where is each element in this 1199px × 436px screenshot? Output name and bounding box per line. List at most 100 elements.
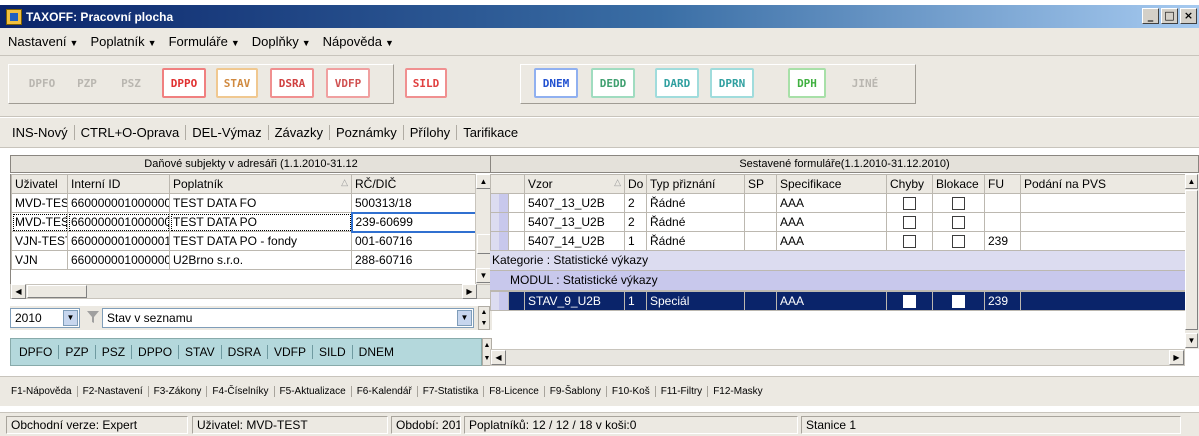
attachments-button[interactable]: Přílohy [404, 125, 458, 140]
cell-sp[interactable] [744, 212, 777, 232]
cell-errors[interactable] [886, 193, 933, 213]
f4-codebooks-button[interactable]: F4-Číselníky [207, 386, 275, 397]
blocking-checkbox[interactable] [952, 235, 965, 249]
scroll-right-icon[interactable]: ▶ [462, 284, 477, 299]
table-row[interactable]: 5407_14_U2B 1 Řádné AAA 239 [490, 231, 1185, 251]
module-group-row[interactable]: MODUL : Statistické výkazy [490, 271, 1185, 291]
scroll-thumb[interactable] [1185, 190, 1198, 330]
form-button-dprn[interactable]: DPRN [710, 68, 754, 98]
scroll-left-icon[interactable]: ◀ [491, 350, 506, 365]
scroll-thumb[interactable] [27, 285, 87, 298]
cell-specification[interactable]: AAA [776, 193, 887, 213]
cell-blocking[interactable] [932, 193, 985, 213]
quick-button-pzp[interactable]: PZP [59, 345, 96, 359]
blocking-checkbox[interactable] [952, 216, 965, 230]
f10-bin-button[interactable]: F10-Koš [607, 386, 656, 397]
cell-to[interactable]: 1 [624, 291, 647, 311]
maximize-button[interactable]: □ [1161, 8, 1178, 24]
form-button-dsra[interactable]: DSRA [270, 68, 314, 98]
menu-napoveda[interactable]: Nápověda ▼ [323, 34, 394, 49]
cell-specification[interactable]: AAA [776, 212, 887, 232]
chevron-down-icon[interactable]: ▼ [457, 310, 472, 326]
cell-user[interactable]: VJN-TEST [11, 231, 68, 251]
cell-sp[interactable] [744, 193, 777, 213]
column-header-return-type[interactable]: Typ přiznání [646, 174, 745, 194]
cell-return-type[interactable]: Řádné [646, 193, 745, 213]
cell-specification[interactable]: AAA [776, 291, 887, 311]
delete-button[interactable]: DEL-Výmaz [186, 125, 269, 140]
form-button-dard[interactable]: DARD [655, 68, 699, 98]
blocking-checkbox[interactable] [952, 197, 965, 211]
form-button-dph[interactable]: DPH [788, 68, 826, 98]
cell-taxpayer[interactable]: TEST DATA FO [169, 193, 352, 213]
cell-sp[interactable] [744, 231, 777, 251]
close-button[interactable]: × [1180, 8, 1197, 24]
quick-button-dnem[interactable]: DNEM [353, 345, 400, 359]
scroll-down-icon[interactable]: ▼ [476, 268, 491, 283]
column-header-template[interactable]: Vzor △ [524, 174, 625, 194]
form-button-psz[interactable]: PSZ [114, 68, 148, 98]
cell-errors[interactable] [886, 291, 933, 311]
scroll-up-icon[interactable]: ▲ [476, 174, 491, 189]
f5-update-button[interactable]: F5-Aktualizace [275, 386, 352, 397]
minimize-button[interactable]: _ [1142, 8, 1159, 24]
cell-to[interactable]: 2 [624, 193, 647, 213]
year-select[interactable]: 2010 ▼ [10, 308, 80, 328]
cell-rc-dic[interactable]: 500313/18 [351, 193, 475, 213]
cell-rc-dic[interactable]: 239-60699 [350, 211, 475, 233]
menu-doplnky[interactable]: Doplňky ▼ [252, 34, 311, 49]
f2-settings-button[interactable]: F2-Nastavení [78, 386, 149, 397]
cell-taxpayer[interactable]: TEST DATA PO - fondy [169, 231, 352, 251]
category-group-row[interactable]: Kategorie : Statistické výkazy [490, 251, 1185, 271]
form-button-dnem[interactable]: DNEM [534, 68, 578, 98]
cell-user[interactable]: MVD-TEST [11, 193, 68, 213]
cell-sp[interactable] [744, 291, 777, 311]
cell-fu[interactable] [984, 212, 1021, 232]
column-header-pvs[interactable]: Podání na PVS [1020, 174, 1185, 194]
cell-rc-dic[interactable]: 288-60716 [351, 250, 475, 270]
f8-license-button[interactable]: F8-Licence [484, 386, 545, 397]
cell-pvs[interactable] [1020, 291, 1185, 311]
cell-template[interactable]: STAV_9_U2B [524, 291, 625, 311]
cell-internal-id[interactable]: 6600000010000005 [67, 193, 170, 213]
errors-checkbox[interactable] [903, 235, 916, 249]
quick-button-dpfo[interactable]: DPFO [17, 345, 60, 359]
cell-pvs[interactable] [1020, 231, 1185, 251]
cell-internal-id[interactable]: 6600000010000006 [67, 250, 170, 270]
column-header-taxpayer[interactable]: Poplatník △ [169, 174, 352, 194]
column-header-user[interactable]: Uživatel [11, 174, 68, 194]
table-row[interactable]: 5407_13_U2B 2 Řádné AAA [490, 193, 1185, 213]
f12-masks-button[interactable]: F12-Masky [708, 386, 767, 397]
cell-template[interactable]: 5407_13_U2B [524, 193, 625, 213]
forms-horizontal-scrollbar[interactable]: ◀ ▶ [490, 349, 1185, 366]
column-header-internal-id[interactable]: Interní ID [67, 174, 170, 194]
blocking-checkbox[interactable] [952, 295, 965, 309]
cell-template[interactable]: 5407_13_U2B [524, 212, 625, 232]
cell-blocking[interactable] [932, 291, 985, 311]
errors-checkbox[interactable] [903, 197, 916, 211]
menu-poplatnik[interactable]: Poplatník ▼ [90, 34, 156, 49]
form-button-stav[interactable]: STAV [216, 68, 258, 98]
cell-taxpayer[interactable]: TEST DATA PO [169, 212, 352, 232]
quick-button-stav[interactable]: STAV [179, 345, 222, 359]
liabilities-button[interactable]: Závazky [269, 125, 331, 140]
cell-blocking[interactable] [932, 212, 985, 232]
column-header-specification[interactable]: Specifikace [776, 174, 887, 194]
cell-return-type[interactable]: Řádné [646, 212, 745, 232]
cell-taxpayer[interactable]: U2Brno s.r.o. [169, 250, 352, 270]
menu-nastaveni[interactable]: Nastavení ▼ [8, 34, 78, 49]
errors-checkbox[interactable] [903, 216, 916, 230]
column-header-rc-dic[interactable]: RČ/DIČ [351, 174, 475, 194]
table-row[interactable]: 5407_13_U2B 2 Řádné AAA [490, 212, 1185, 232]
form-button-dpfo[interactable]: DPFO [22, 68, 62, 98]
quick-button-psz[interactable]: PSZ [96, 345, 133, 359]
f1-help-button[interactable]: F1-Nápověda [6, 386, 78, 397]
forms-vertical-scrollbar[interactable]: ▲ ▼ [1185, 174, 1199, 349]
quick-button-dppo[interactable]: DPPO [132, 345, 180, 359]
f7-statistics-button[interactable]: F7-Statistika [418, 386, 485, 397]
cell-to[interactable]: 2 [624, 212, 647, 232]
form-button-dppo[interactable]: DPPO [162, 68, 206, 98]
form-button-vdfp[interactable]: VDFP [326, 68, 370, 98]
f3-laws-button[interactable]: F3-Zákony [149, 386, 208, 397]
spin-icon[interactable]: ▲ ▼ [478, 306, 490, 330]
